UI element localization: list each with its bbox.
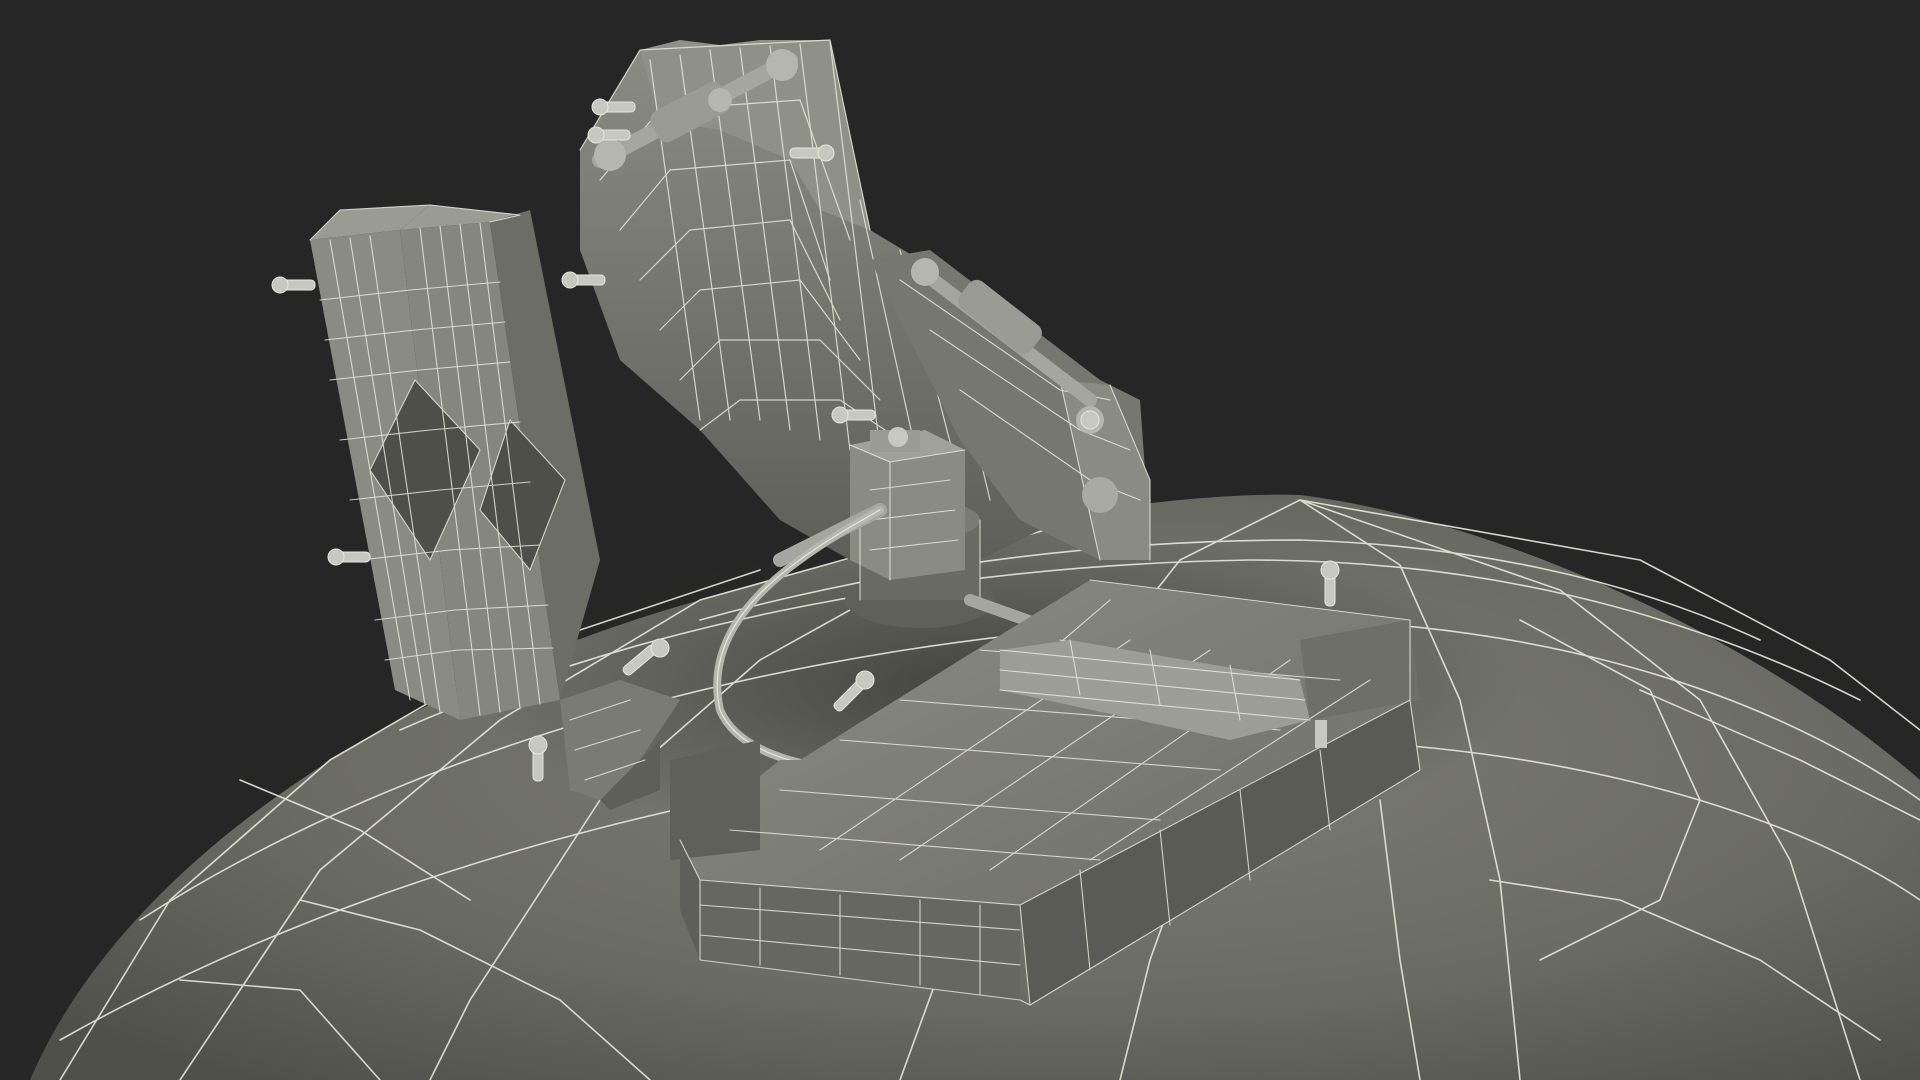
bolt-left-upper [271,276,316,294]
bolt-arm [1080,410,1100,430]
bolt-left-lower [327,548,371,566]
left-frame-plates [309,204,600,720]
wireframe-render [30,39,1920,1080]
render-viewport [0,0,1920,1080]
latch-clip [1315,720,1327,748]
